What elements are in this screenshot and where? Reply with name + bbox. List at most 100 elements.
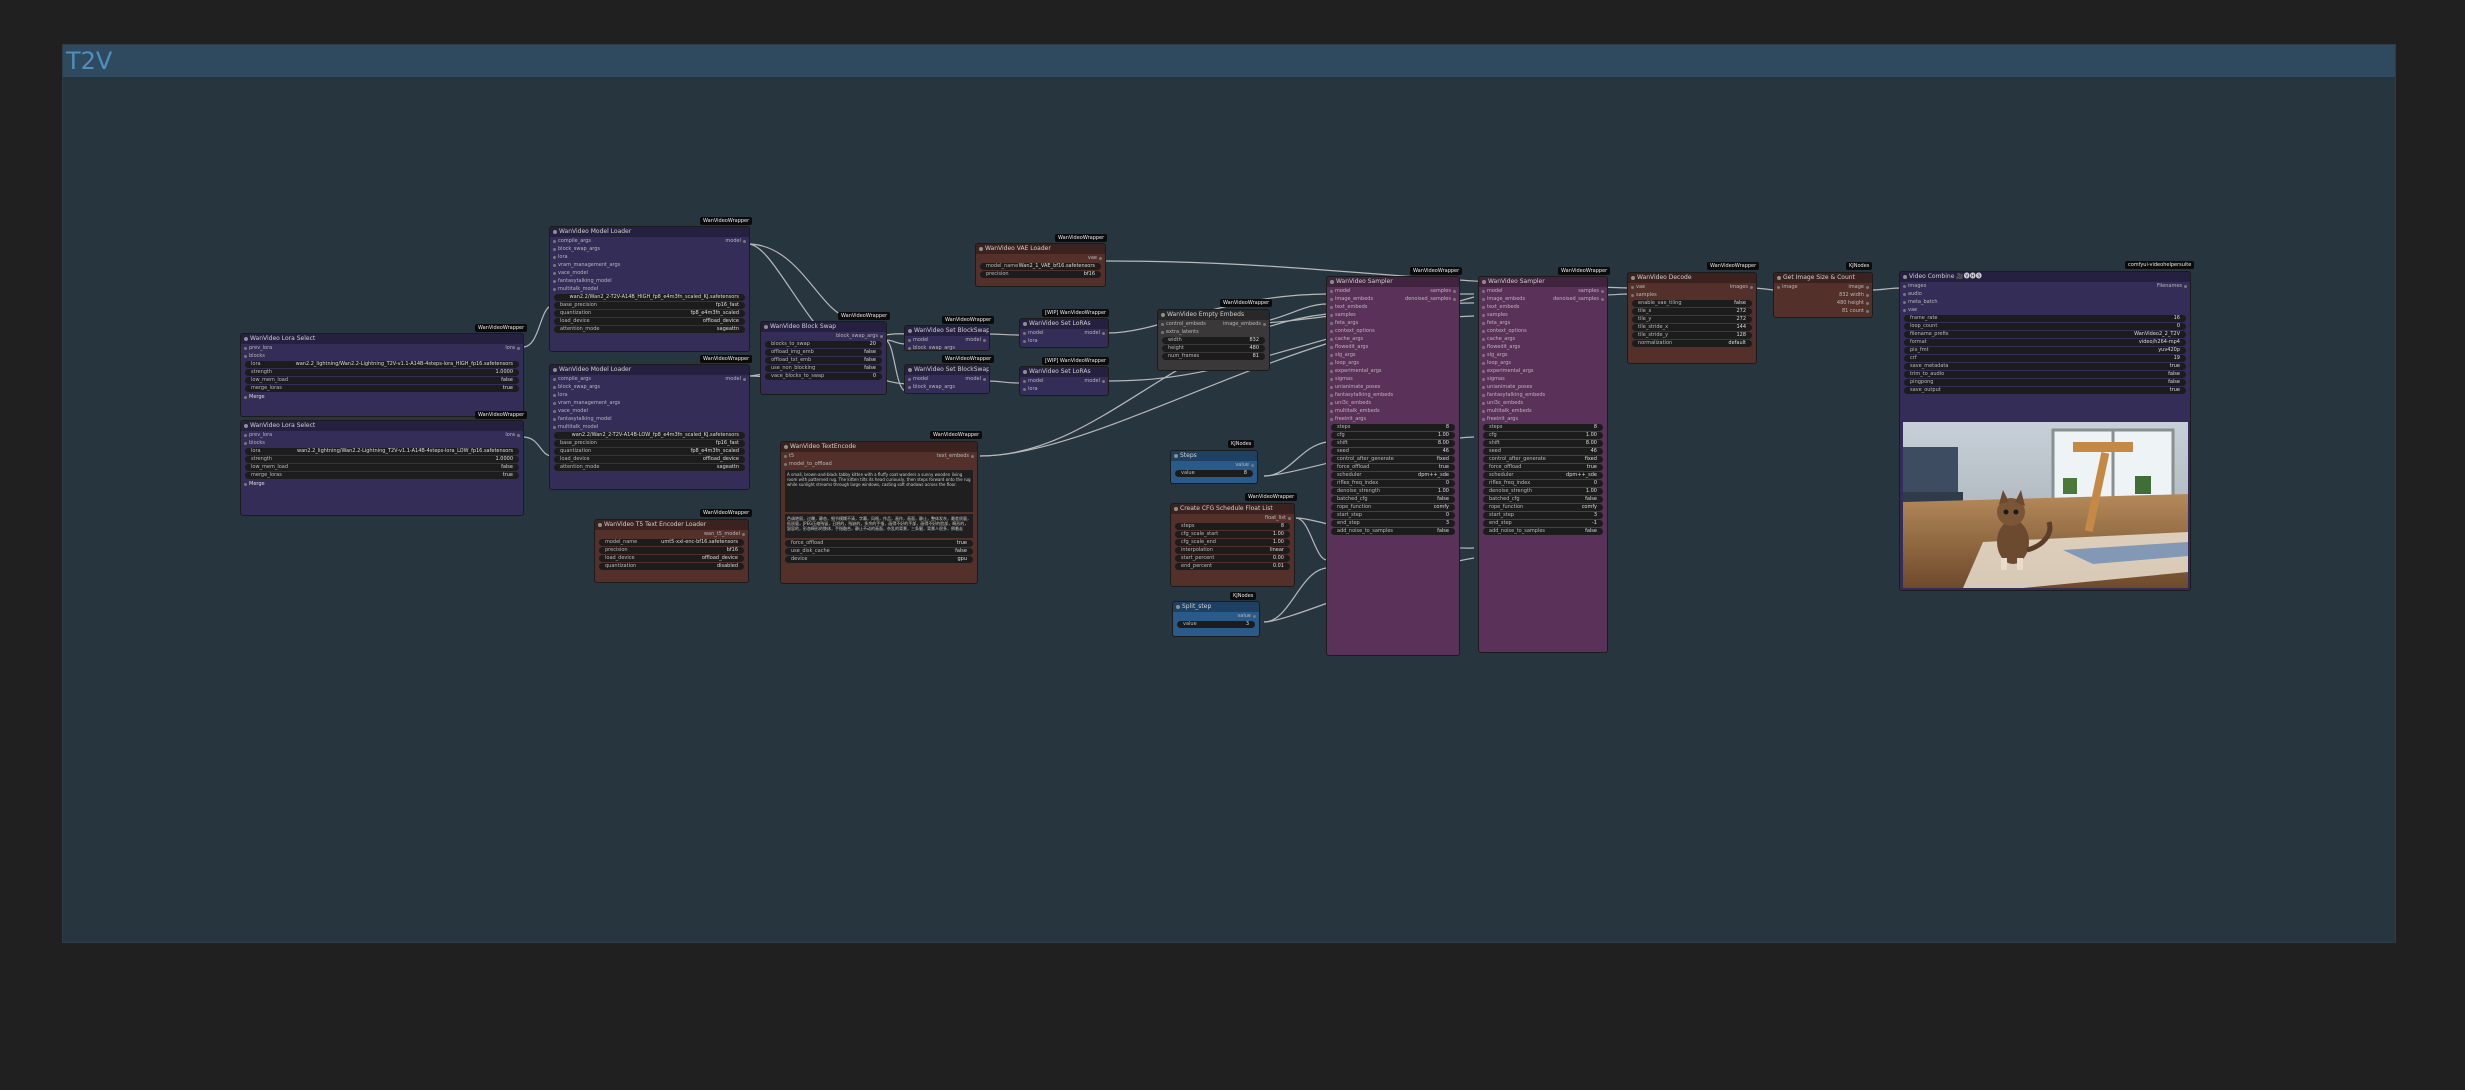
widget-enable-vae-tiling[interactable]: enable_vae_tiling false — [1632, 300, 1752, 307]
output-lora[interactable]: lora — [241, 344, 523, 352]
widget-use-non-blocking[interactable]: use_non_blocking false — [765, 365, 882, 372]
widget-precision[interactable]: precision bf16 — [599, 547, 744, 554]
widget-offload-img-emb[interactable]: offload_img_emb false — [765, 349, 882, 356]
widget-quantization[interactable]: quantization fp8_e4m3fn_scaled — [554, 310, 745, 317]
widget-denoise-strength[interactable]: denoise_strength 1.00 — [1331, 488, 1455, 495]
node-title[interactable]: WanVideo Model Loader — [550, 365, 749, 375]
input-uni3c-embeds[interactable]: uni3c_embeds — [1479, 399, 1607, 407]
input-vace-model[interactable]: vace_model — [550, 269, 749, 277]
input-cache-args[interactable]: cache_args — [1479, 335, 1607, 343]
widget-width[interactable]: width 832 — [1162, 337, 1265, 344]
node-t5-loader[interactable]: WanVideo T5 Text Encoder Loader wan_t5_m… — [594, 519, 749, 583]
input-model[interactable]: model — [1479, 287, 1607, 295]
input-multitalk-model[interactable]: multitalk_model — [550, 285, 749, 293]
widget-steps[interactable]: steps 8 — [1331, 424, 1455, 431]
node-title[interactable]: Create CFG Schedule Float List — [1171, 504, 1294, 514]
negative-prompt-textarea[interactable]: 色调艳丽，过曝，静态，细节模糊不清，字幕，风格，作品，画作，画面，静止，整体发灰… — [785, 514, 973, 538]
widget-vace-blocks-to-swap[interactable]: vace_blocks_to_swap 0 — [765, 373, 882, 380]
widget-value[interactable]: value 3 — [1177, 621, 1255, 628]
input-block-swap-args[interactable]: block_swap_args — [905, 344, 989, 350]
group-header[interactable]: T2V — [63, 45, 2395, 77]
input-multitalk-embeds[interactable]: multitalk_embeds — [1327, 407, 1459, 415]
input-flowedit-args[interactable]: flowedit_args — [1327, 343, 1459, 351]
widget-force-offload[interactable]: force_offload true — [785, 540, 973, 547]
input-sigmas[interactable]: sigmas — [1327, 375, 1459, 383]
node-vae-loader[interactable]: WanVideo VAE Loader vae model_name Wan2_1… — [975, 243, 1106, 287]
widget-seed[interactable]: seed 46 — [1331, 448, 1455, 455]
node-title[interactable]: WanVideo Set LoRAs — [1020, 367, 1108, 377]
widget-tile-x[interactable]: tile_x 272 — [1632, 308, 1752, 315]
input-loop-args[interactable]: loop_args — [1479, 359, 1607, 367]
merge-toggle[interactable]: Merge — [241, 393, 523, 401]
widget-base-precision[interactable]: base_precision fp16_fast — [554, 302, 745, 309]
node-title[interactable]: Video Combine 🎥🅥🅗🅢 — [1900, 272, 2190, 282]
widget-precision[interactable]: precision bf16 — [980, 271, 1101, 278]
output-lora[interactable]: lora — [241, 431, 523, 439]
input-fantasytalking-model[interactable]: fantasytalking_model — [550, 415, 749, 423]
node-title[interactable]: WanVideo Set LoRAs — [1020, 319, 1108, 329]
widget-use-disk-cache[interactable]: use_disk_cache false — [785, 548, 973, 555]
input-block-swap-args[interactable]: block_swap_args — [905, 383, 989, 391]
node-model-loader-2[interactable]: WanVideo Model Loader model compile_args… — [549, 364, 750, 490]
output-model[interactable]: model — [905, 336, 989, 344]
widget-pix-fmt[interactable]: pix_fmt yuv420p — [1904, 347, 2186, 354]
input-fantasytalking-model[interactable]: fantasytalking_model — [550, 277, 749, 285]
widget-strength[interactable]: strength 1.0000 — [245, 456, 519, 463]
widget-filename-prefix[interactable]: filename_prefix WanVideo2_2_T2V — [1904, 331, 2186, 338]
widget-quantization[interactable]: quantization fp8_e4m3fn_scaled — [554, 448, 745, 455]
node-set-blockswap-1[interactable]: WanVideo Set BlockSwap model model block… — [904, 325, 990, 351]
input-unianimate-poses[interactable]: unianimate_poses — [1479, 383, 1607, 391]
widget-end-step[interactable]: end_step -1 — [1483, 520, 1603, 527]
node-title[interactable]: WanVideo Lora Select — [241, 421, 523, 431]
merge-toggle[interactable]: Merge — [241, 480, 523, 488]
input-vram-management-args[interactable]: vram_management_args — [550, 261, 749, 269]
widget-format[interactable]: format video/h264-mp4 — [1904, 339, 2186, 346]
node-title[interactable]: Get Image Size & Count — [1774, 273, 1872, 283]
input-experimental-args[interactable]: experimental_args — [1479, 367, 1607, 375]
input-lora[interactable]: lora — [550, 253, 749, 261]
widget-blocks-to-swap[interactable]: blocks_to_swap 20 — [765, 341, 882, 348]
input-context-options[interactable]: context_options — [1479, 327, 1607, 335]
widget-save-output[interactable]: save_output true — [1904, 387, 2186, 394]
input-compile-args[interactable]: compile_args — [550, 375, 749, 383]
widget-start-percent[interactable]: start_percent 0.00 — [1175, 555, 1290, 562]
node-title[interactable]: WanVideo Sampler — [1327, 277, 1459, 287]
node-model-loader-1[interactable]: WanVideo Model Loader model compile_args… — [549, 226, 750, 352]
input-audio[interactable]: audio — [1900, 290, 2190, 298]
node-title[interactable]: WanVideo TextEncode — [781, 442, 977, 452]
widget-offload-txt-emb[interactable]: offload_txt_emb false — [765, 357, 882, 364]
input-flowedit-args[interactable]: flowedit_args — [1479, 343, 1607, 351]
widget-control-after-generate[interactable]: control_after_generate fixed — [1483, 456, 1603, 463]
node-block-swap[interactable]: WanVideo Block Swap block_swap_args bloc… — [760, 321, 887, 395]
output-block-swap-args[interactable]: block_swap_args — [761, 332, 886, 340]
widget-save-metadata[interactable]: save_metadata true — [1904, 363, 2186, 370]
widget-normalization[interactable]: normalization default — [1632, 340, 1752, 347]
widget-add-noise-to-samples[interactable]: add_noise_to_samples false — [1483, 528, 1603, 535]
node-title[interactable]: WanVideo VAE Loader — [976, 244, 1105, 254]
widget-height[interactable]: height 480 — [1162, 345, 1265, 352]
widget-merge-loras[interactable]: merge_loras true — [245, 472, 519, 479]
widget-lora[interactable]: lora wan2.2_lightning/Wan2.2-Lightning_T2… — [245, 361, 519, 368]
output-value[interactable]: value — [1173, 612, 1259, 620]
widget-crf[interactable]: crf 19 — [1904, 355, 2186, 362]
node-lora-select-2[interactable]: WanVideo Lora Select prev_lora lora bloc… — [240, 420, 524, 516]
widget-rope-function[interactable]: rope_function comfy — [1331, 504, 1455, 511]
input-image-embeds[interactable]: image_embeds — [1327, 295, 1459, 303]
input-compile-args[interactable]: compile_args — [550, 237, 749, 245]
widget-load-device[interactable]: load_device offload_device — [599, 555, 744, 562]
widget-base-precision[interactable]: base_precision fp16_fast — [554, 440, 745, 447]
input-feta-args[interactable]: feta_args — [1327, 319, 1459, 327]
output-image[interactable]: image — [1774, 283, 1872, 291]
input-block-swap-args[interactable]: block_swap_args — [550, 383, 749, 391]
widget-cfg-scale-end[interactable]: cfg_scale_end 1.00 — [1175, 539, 1290, 546]
widget-start-step[interactable]: start_step 3 — [1483, 512, 1603, 519]
node-set-loras-1[interactable]: WanVideo Set LoRAs model model lora — [1019, 318, 1109, 348]
node-set-blockswap-2[interactable]: WanVideo Set BlockSwap model model block… — [904, 364, 990, 394]
node-title[interactable]: WanVideo Sampler — [1479, 277, 1607, 287]
input-lora[interactable]: lora — [1020, 385, 1108, 393]
input-vace-model[interactable]: vace_model — [550, 407, 749, 415]
widget-steps[interactable]: steps 8 — [1175, 523, 1290, 530]
widget-shift[interactable]: shift 8.00 — [1331, 440, 1455, 447]
output-images[interactable]: images — [1628, 283, 1756, 291]
node-title[interactable]: Steps — [1171, 451, 1257, 461]
